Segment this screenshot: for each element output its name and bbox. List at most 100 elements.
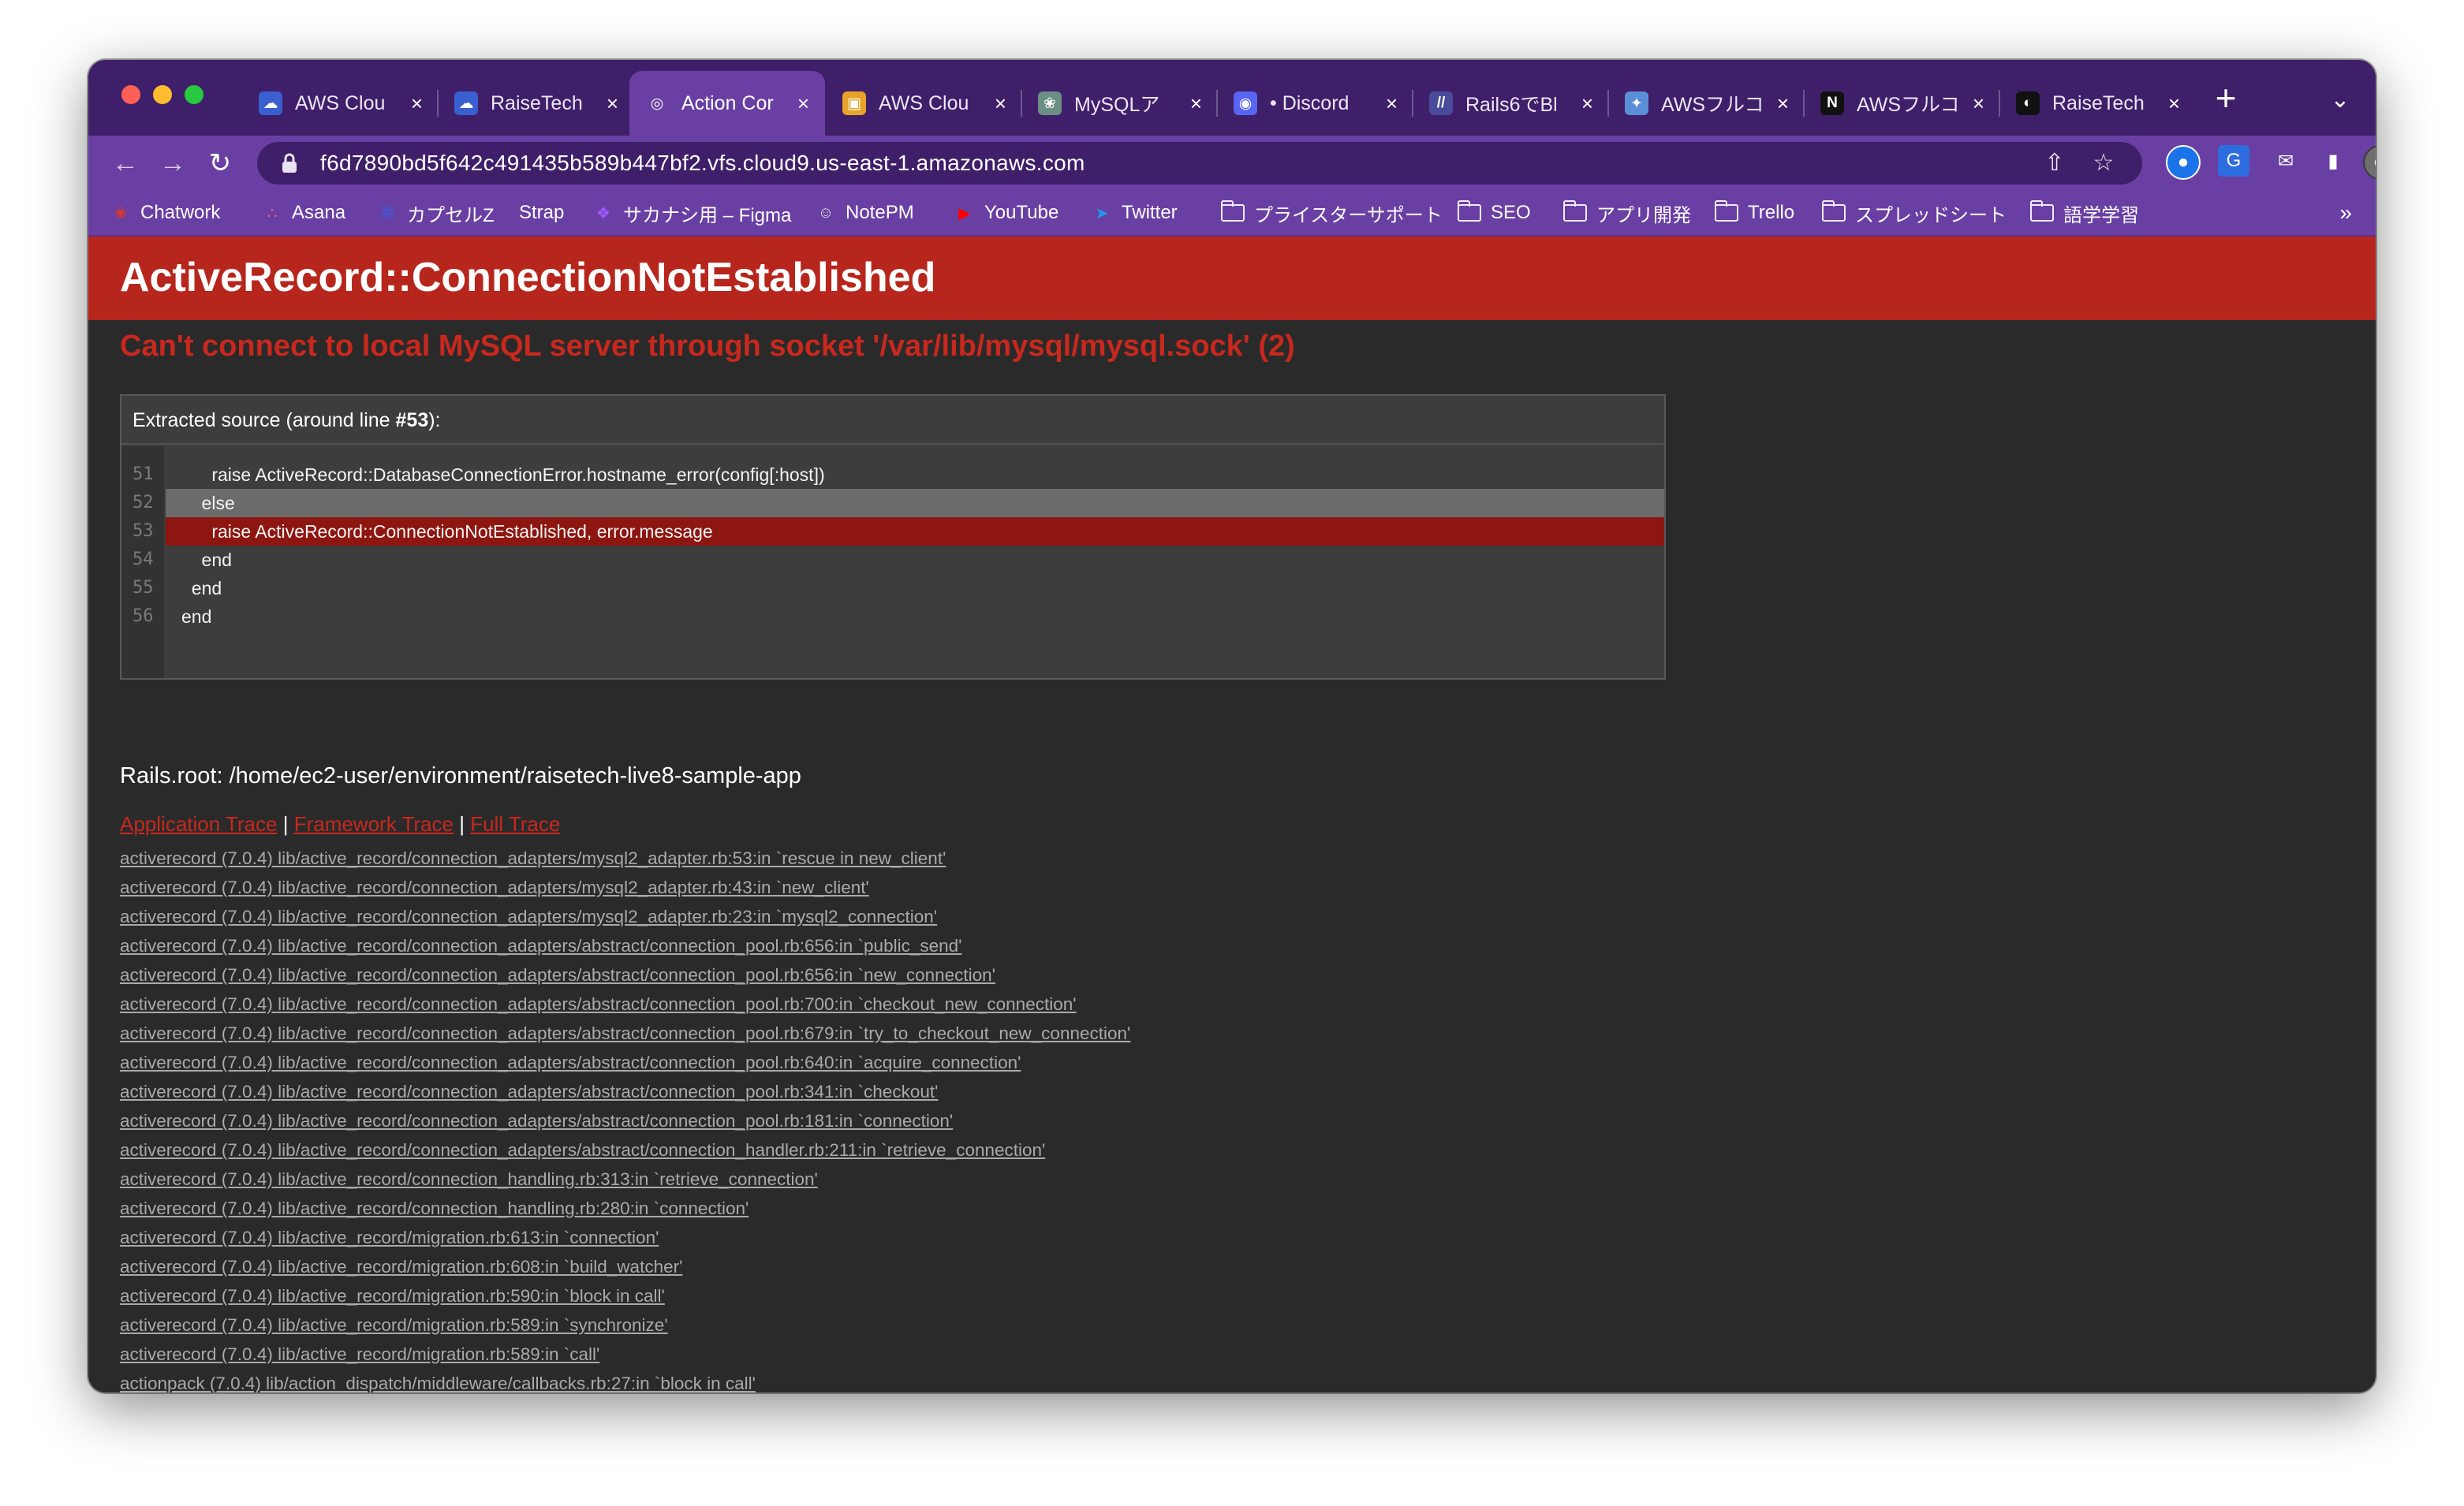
- bookmark-item[interactable]: 語学学習: [2029, 191, 2139, 235]
- tab-close-icon[interactable]: ×: [607, 91, 618, 116]
- puzzle-icon: ✦: [1625, 91, 1648, 115]
- trace-frame-link[interactable]: activerecord (7.0.4) lib/active_record/c…: [120, 1077, 1130, 1106]
- tab-close-icon[interactable]: ×: [2168, 91, 2180, 116]
- tab-close-icon[interactable]: ×: [797, 91, 809, 116]
- bookmark-label: NotePM: [846, 202, 914, 223]
- bookmark-item[interactable]: Trello: [1714, 191, 1794, 235]
- window-close-button[interactable]: [121, 85, 140, 104]
- bookmarks-bar: ❀ Chatwork ∴ Asana ⌘ カプセルZ Strap ❖ サカナシ用 – Figma…: [88, 191, 2376, 237]
- new-tab-button[interactable]: +: [2202, 76, 2249, 123]
- bookmark-item[interactable]: ❀ Chatwork: [110, 191, 221, 235]
- trace-frame-link[interactable]: activerecord (7.0.4) lib/active_record/c…: [120, 873, 1130, 902]
- source-header: Extracted source (around line #53):: [121, 396, 1664, 445]
- trace-frame-link[interactable]: activerecord (7.0.4) lib/active_record/c…: [120, 1048, 1130, 1077]
- trace-frame-link[interactable]: activerecord (7.0.4) lib/active_record/m…: [120, 1281, 1130, 1310]
- profile-avatar[interactable]: ☻: [2363, 145, 2376, 180]
- trace-nav: Application Trace | Framework Trace | Fu…: [120, 812, 560, 837]
- trace-frame-link[interactable]: activerecord (7.0.4) lib/active_record/c…: [120, 1135, 1130, 1165]
- tab-close-icon[interactable]: ×: [411, 91, 423, 116]
- trace-separator: |: [282, 812, 289, 836]
- trace-frame-link[interactable]: activerecord (7.0.4) lib/active_record/c…: [120, 931, 1130, 960]
- bookmark-item[interactable]: SEO: [1457, 191, 1531, 235]
- tab[interactable]: ▣ AWS Clou ×: [827, 71, 1022, 136]
- extension-one-icon[interactable]: ●: [2166, 145, 2201, 180]
- chatgpt-icon: ❀: [1038, 91, 1062, 115]
- tab[interactable]: ✦ AWSフルコ ×: [1609, 71, 1805, 136]
- address-bar[interactable]: f6d7890bd5f642c491435b589b447bf2.vfs.clo…: [257, 142, 2142, 185]
- extensions-puzzle-icon[interactable]: ✉: [2270, 145, 2302, 177]
- tab-close-icon[interactable]: ×: [1777, 91, 1789, 116]
- trace-frame-link[interactable]: activerecord (7.0.4) lib/active_record/c…: [120, 960, 1130, 990]
- application-trace-link[interactable]: Application Trace: [120, 812, 277, 836]
- back-button[interactable]: ←: [106, 144, 145, 183]
- tab[interactable]: ◎ Action Cor ×: [629, 71, 825, 136]
- trace-frame-link[interactable]: activerecord (7.0.4) lib/active_record/c…: [120, 902, 1130, 931]
- bookmark-item[interactable]: ∴ Asana: [262, 191, 345, 235]
- code-text: raise ActiveRecord::ConnectionNotEstabli…: [166, 517, 1664, 546]
- bookmark-label: アプリ開発: [1596, 204, 1691, 226]
- error-message: Can't connect to local MySQL server thro…: [120, 330, 1295, 363]
- tab[interactable]: ❀ MySQLア ×: [1022, 71, 1218, 136]
- trace-frame-link[interactable]: activerecord (7.0.4) lib/active_record/m…: [120, 1223, 1130, 1252]
- tab[interactable]: ☁ AWS Clou ×: [243, 71, 439, 136]
- tab[interactable]: ☁ RaiseTech ×: [439, 71, 634, 136]
- trace-frame-link[interactable]: activerecord (7.0.4) lib/active_record/c…: [120, 1194, 1130, 1223]
- bookmark-star-icon[interactable]: ☆: [2090, 150, 2117, 177]
- trace-frame-link[interactable]: actionpack (7.0.4) lib/action_dispatch/m…: [120, 1369, 1130, 1392]
- bookmark-item[interactable]: ➤ Twitter: [1092, 191, 1178, 235]
- window-maximize-button[interactable]: [185, 85, 203, 104]
- side-panel-icon[interactable]: ▮: [2317, 145, 2349, 177]
- tab-close-icon[interactable]: ×: [995, 91, 1006, 116]
- bookmark-item[interactable]: アプリ開発: [1562, 191, 1691, 235]
- bookmarks-overflow-button[interactable]: »: [2339, 191, 2352, 235]
- framework-trace-link[interactable]: Framework Trace: [294, 812, 454, 836]
- bookmark-item[interactable]: ⌘ カプセルZ: [377, 191, 495, 235]
- tab[interactable]: ◉ • Discord ×: [1218, 71, 1413, 136]
- tab-title: Action Cor: [681, 91, 774, 114]
- trace-frame-link[interactable]: activerecord (7.0.4) lib/active_record/c…: [120, 1165, 1130, 1194]
- bookmark-label: YouTube: [984, 202, 1059, 223]
- trace-frame-link[interactable]: activerecord (7.0.4) lib/active_record/c…: [120, 990, 1130, 1019]
- trace-frame-link[interactable]: activerecord (7.0.4) lib/active_record/c…: [120, 1106, 1130, 1135]
- discord-icon: ◉: [1234, 91, 1257, 115]
- bookmark-item[interactable]: プライスターサポート: [1220, 191, 1443, 235]
- globe-icon: ◎: [645, 91, 669, 115]
- tab-close-icon[interactable]: ×: [1190, 91, 1202, 116]
- bookmark-item[interactable]: ☺ NotePM: [816, 191, 914, 235]
- tab[interactable]: N AWSフルコ ×: [1805, 71, 2000, 136]
- tab-close-icon[interactable]: ×: [1386, 91, 1398, 116]
- bookmark-item[interactable]: スプレッドシート: [1821, 191, 2007, 235]
- bookmark-item[interactable]: ▶ YouTube: [954, 191, 1058, 235]
- youtube-icon: ▶: [958, 204, 971, 222]
- share-icon[interactable]: ⇧: [2041, 150, 2068, 177]
- tab-search-chevron-icon[interactable]: ⌄: [2320, 80, 2360, 120]
- forward-button[interactable]: →: [153, 144, 192, 183]
- folder-icon: [1457, 200, 1481, 222]
- window-minimize-button[interactable]: [153, 85, 172, 104]
- tab-title: AWSフルコ: [1857, 94, 1960, 116]
- tab[interactable]: ◐ RaiseTech ×: [2000, 71, 2196, 136]
- line-number: 55: [133, 578, 154, 598]
- translate-extension-icon[interactable]: G: [2218, 145, 2249, 177]
- tab[interactable]: // Rails6でBl ×: [1413, 71, 1609, 136]
- trace-frame-link[interactable]: activerecord (7.0.4) lib/active_record/m…: [120, 1252, 1130, 1281]
- trace-frame-link[interactable]: activerecord (7.0.4) lib/active_record/c…: [120, 844, 1130, 873]
- bookmark-label: プライスターサポート: [1254, 204, 1443, 226]
- raisetech-icon: ☁: [454, 91, 478, 115]
- tab-title: AWS Clou: [295, 91, 386, 114]
- bookmark-label: カプセルZ: [407, 204, 495, 226]
- reload-button[interactable]: ↻: [200, 144, 240, 183]
- trace-frame-link[interactable]: activerecord (7.0.4) lib/active_record/m…: [120, 1340, 1130, 1369]
- line-number: 54: [133, 550, 154, 569]
- tab-close-icon[interactable]: ×: [1973, 91, 1984, 116]
- tab-close-icon[interactable]: ×: [1581, 91, 1593, 116]
- lock-icon[interactable]: [278, 151, 301, 175]
- bookmark-item[interactable]: ❖ サカナシ用 – Figma: [593, 191, 791, 235]
- trace-list: activerecord (7.0.4) lib/active_record/c…: [120, 844, 1130, 1392]
- url-text[interactable]: f6d7890bd5f642c491435b589b447bf2.vfs.clo…: [320, 142, 1085, 185]
- trace-frame-link[interactable]: activerecord (7.0.4) lib/active_record/m…: [120, 1310, 1130, 1340]
- trace-frame-link[interactable]: activerecord (7.0.4) lib/active_record/c…: [120, 1019, 1130, 1048]
- full-trace-link[interactable]: Full Trace: [470, 812, 560, 836]
- bookmark-item[interactable]: Strap: [519, 191, 564, 235]
- line-number: 56: [133, 606, 154, 626]
